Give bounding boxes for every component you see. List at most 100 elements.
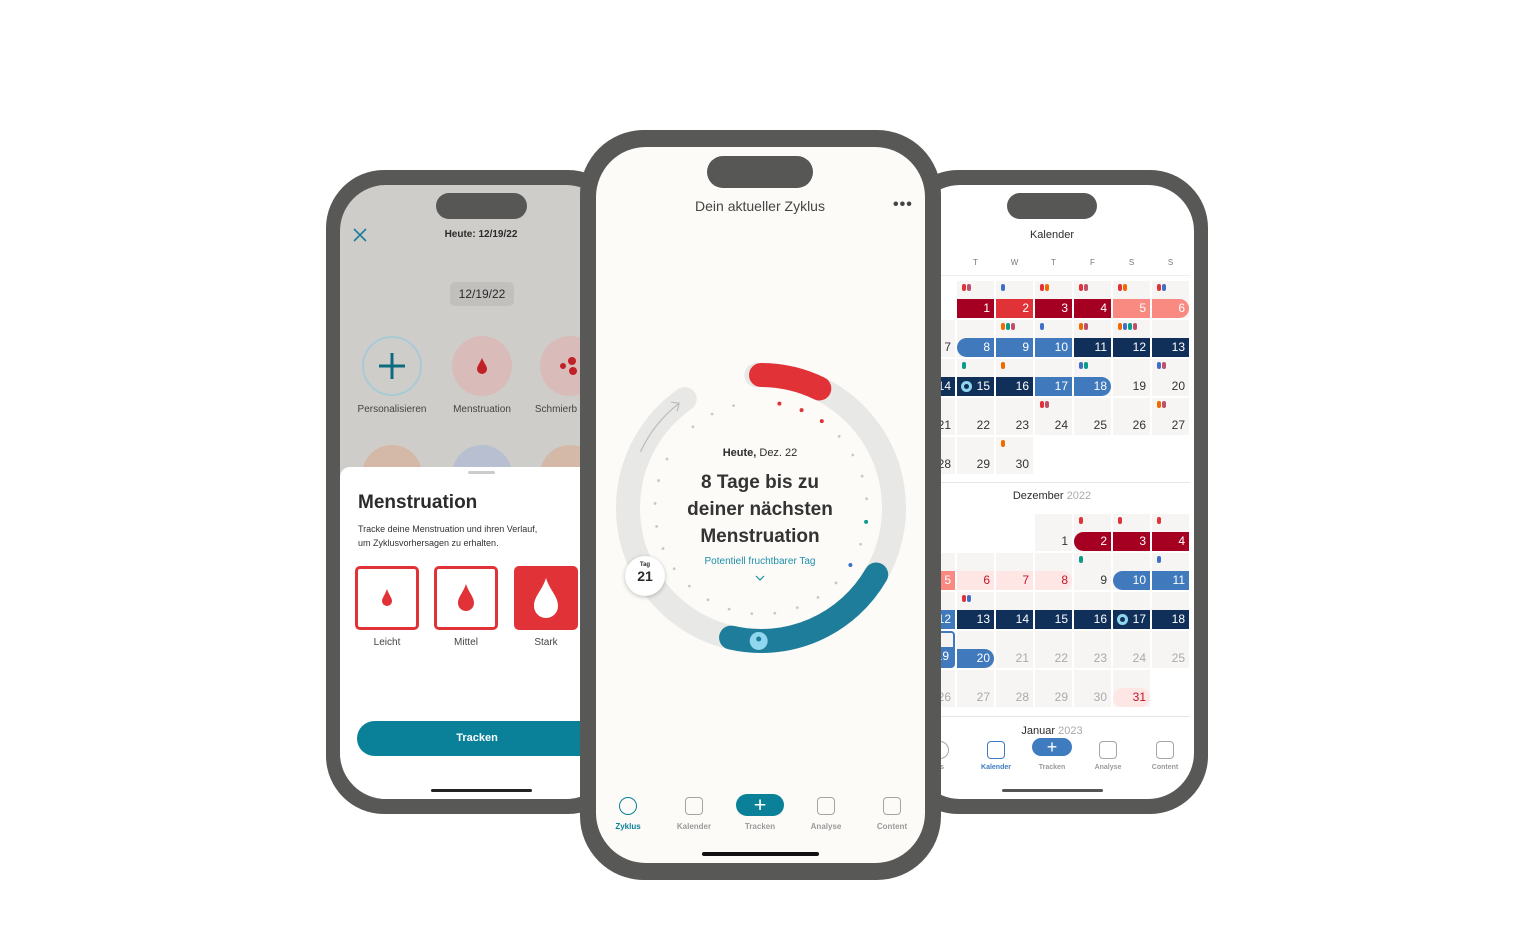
chevron-down-icon[interactable]	[754, 569, 766, 587]
menstruation-category[interactable]	[452, 336, 512, 396]
calendar-day[interactable]: 26	[1113, 398, 1150, 435]
calendar-day[interactable]: 3	[1113, 514, 1150, 551]
calendar-day[interactable]: 13	[957, 592, 994, 629]
calendar-day[interactable]: 27	[1152, 398, 1189, 435]
cycle-day-dot	[691, 425, 695, 429]
calendar-day[interactable]: 29	[1035, 670, 1072, 707]
calendar-day[interactable]: 23	[1074, 631, 1111, 668]
calendar-day[interactable]: 9	[996, 320, 1033, 357]
calendar-day[interactable]: 31	[1113, 670, 1150, 707]
calendar-day[interactable]: 19	[1113, 359, 1150, 396]
calendar-day[interactable]: 10	[1113, 553, 1150, 590]
calendar-screen: Kalender Dezember 2022 Januar 2023 usKal…	[914, 185, 1194, 799]
day-number: 24	[1132, 651, 1146, 665]
nav-item-tracken[interactable]: Tracken	[730, 822, 790, 831]
calendar-day[interactable]: 22	[957, 398, 994, 435]
calendar-icon[interactable]	[685, 797, 703, 815]
close-icon[interactable]	[352, 227, 368, 243]
track-button[interactable]: Tracken	[357, 721, 612, 756]
fertile-day-link[interactable]: Potentiell fruchtbarer Tag	[670, 556, 850, 567]
ovulation-marker-dot	[756, 636, 762, 642]
calendar-day[interactable]: 1	[957, 281, 994, 318]
nav-item-tracken[interactable]: Tracken	[1022, 764, 1082, 771]
calendar-icon[interactable]	[987, 741, 1005, 759]
nav-item-kalender[interactable]: Kalender	[966, 764, 1026, 771]
day-number: 1	[957, 299, 994, 318]
calendar-day[interactable]: 5	[1113, 281, 1150, 318]
calendar-day[interactable]: 4	[1074, 281, 1111, 318]
calendar-day[interactable]: 8	[957, 320, 994, 357]
analysis-icon[interactable]	[1099, 741, 1117, 759]
calendar-day[interactable]: 7	[996, 553, 1033, 590]
calendar-day[interactable]: 14	[996, 592, 1033, 629]
calendar-day[interactable]: 9	[1074, 553, 1111, 590]
calendar-day[interactable]: 27	[957, 670, 994, 707]
calendar-day[interactable]: 30	[1074, 670, 1111, 707]
day-number: 25	[1093, 418, 1107, 432]
calendar-day[interactable]: 22	[1035, 631, 1072, 668]
track-nav-button[interactable]: +	[736, 794, 784, 817]
nav-item-content[interactable]: Content	[1135, 764, 1194, 771]
nav-item-content[interactable]: Content	[862, 822, 922, 831]
calendar-day[interactable]: 25	[1074, 398, 1111, 435]
date-chip[interactable]: 12/19/22	[450, 282, 514, 306]
intensity-light[interactable]	[355, 566, 419, 630]
calendar-day[interactable]: 13	[1152, 320, 1189, 357]
cycle-day-dot	[665, 457, 669, 461]
calendar-day[interactable]: 17	[1035, 359, 1072, 396]
calendar-day[interactable]: 12	[1113, 320, 1150, 357]
track-nav-button[interactable]: +	[1032, 738, 1072, 757]
calendar-day[interactable]: 18	[1152, 592, 1189, 629]
nav-item-analyse[interactable]: Analyse	[1078, 764, 1138, 771]
calendar-day[interactable]: 17	[1113, 592, 1150, 629]
more-options-icon[interactable]: •••	[893, 196, 913, 214]
calendar-day[interactable]: 16	[1074, 592, 1111, 629]
day-number: 19	[1132, 379, 1146, 393]
calendar-day[interactable]: 16	[996, 359, 1033, 396]
calendar-day[interactable]: 20	[957, 631, 994, 668]
calendar-day[interactable]: 1	[1035, 514, 1072, 551]
home-indicator	[702, 852, 819, 856]
calendar-day[interactable]: 24	[1113, 631, 1150, 668]
analysis-icon[interactable]	[817, 797, 835, 815]
calendar-day[interactable]: 23	[996, 398, 1033, 435]
calendar-day[interactable]: 21	[996, 631, 1033, 668]
calendar-day[interactable]: 20	[1152, 359, 1189, 396]
calendar-day[interactable]: 10	[1035, 320, 1072, 357]
calendar-day[interactable]: 11	[1152, 553, 1189, 590]
header-title: Heute: 12/19/22	[444, 229, 518, 240]
day-number: 23	[1093, 651, 1107, 665]
calendar-day[interactable]: 24	[1035, 398, 1072, 435]
calendar-day[interactable]: 29	[957, 437, 994, 474]
drop-icon	[477, 358, 487, 374]
calendar-day[interactable]: 8	[1035, 553, 1072, 590]
month-header-december: Dezember 2022	[1012, 490, 1092, 502]
calendar-day[interactable]: 3	[1035, 281, 1072, 318]
calendar-day[interactable]: 2	[996, 281, 1033, 318]
sheet-handle[interactable]	[468, 471, 495, 474]
calendar-day[interactable]: 6	[957, 553, 994, 590]
intensity-medium[interactable]	[434, 566, 498, 630]
calendar-day[interactable]: 18	[1074, 359, 1111, 396]
calendar-day[interactable]: 4	[1152, 514, 1189, 551]
calendar-day[interactable]: 6	[1152, 281, 1189, 318]
calendar-day[interactable]: 25	[1152, 631, 1189, 668]
calendar-day[interactable]: 15	[957, 359, 994, 396]
cycle-icon[interactable]	[619, 797, 637, 815]
calendar-day[interactable]: 15	[1035, 592, 1072, 629]
day-number: 22	[976, 418, 990, 432]
book-icon[interactable]	[1156, 741, 1174, 759]
intensity-heavy[interactable]	[514, 566, 578, 630]
nav-item-analyse[interactable]: Analyse	[796, 822, 856, 831]
calendar-day[interactable]: 2	[1074, 514, 1111, 551]
book-icon[interactable]	[883, 797, 901, 815]
personalize-button[interactable]	[362, 336, 422, 396]
calendar-day[interactable]: 28	[996, 670, 1033, 707]
nav-item-kalender[interactable]: Kalender	[664, 822, 724, 831]
symptom-markers	[962, 284, 971, 291]
calendar-day[interactable]: 11	[1074, 320, 1111, 357]
cycle-day-dot	[655, 525, 659, 528]
calendar-day[interactable]: 30	[996, 437, 1033, 474]
drop-icon	[382, 589, 392, 606]
nav-item-zyklus[interactable]: Zyklus	[598, 822, 658, 831]
